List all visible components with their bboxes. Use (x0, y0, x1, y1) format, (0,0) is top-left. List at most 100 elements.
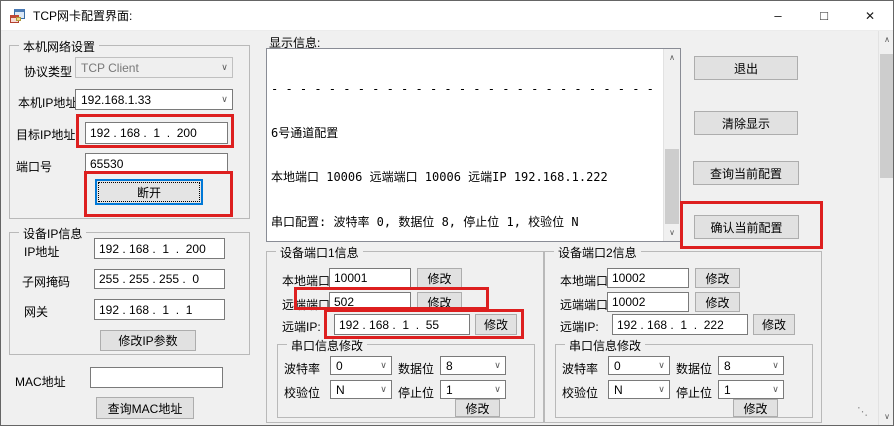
port1-local-port-input[interactable]: 10001 (329, 268, 411, 288)
port1-remote-ip-modify-button[interactable]: 修改 (475, 314, 517, 335)
data-bits-label: 数据位 (676, 362, 713, 376)
parity-label: 校验位 (284, 386, 321, 400)
port2-data-bits-select[interactable]: 8 ∨ (718, 356, 784, 375)
mac-address-label: MAC地址 (15, 375, 66, 389)
remote-port-label: 远端端口 (282, 298, 331, 312)
minimize-button[interactable]: – (755, 1, 801, 30)
disconnect-button-label: 断开 (136, 185, 161, 200)
stop-bits-label: 停止位 (676, 386, 713, 400)
local-network-group: 本机网络设置 协议类型 TCP Client ∨ 本机IP地址 192.168.… (9, 38, 250, 219)
data-bits-label: 数据位 (398, 362, 435, 376)
port1-local-port-modify-button[interactable]: 修改 (417, 268, 462, 288)
scrollbar-up-icon[interactable]: ∧ (879, 31, 893, 48)
device-ip-group-title: 设备IP信息 (19, 225, 87, 242)
port2-stop-bits-value: 1 (724, 382, 731, 397)
mac-address-input[interactable] (90, 367, 223, 388)
scrollbar-down-icon[interactable]: ∨ (664, 224, 680, 241)
port1-data-bits-select[interactable]: 8 ∨ (440, 356, 506, 375)
window-scrollbar[interactable]: ∧ ∨ (878, 31, 893, 425)
port2-data-bits-value: 8 (724, 358, 731, 373)
display-scrollbar[interactable]: ∧ ∨ (663, 49, 680, 241)
target-ip-label: 目标IP地址 (16, 128, 76, 142)
port1-data-bits-value: 8 (446, 358, 453, 373)
port2-serial-group: 串口信息修改 波特率 0 ∨ 数据位 8 ∨ 校验位 N ∨ 停止位 1 ∨ 修… (555, 337, 813, 418)
port2-baud-rate-select[interactable]: 0 ∨ (608, 356, 670, 375)
remote-ip-label: 远端IP: (560, 320, 599, 334)
scrollbar-down-icon[interactable]: ∨ (879, 408, 893, 425)
protocol-type-select[interactable]: TCP Client ∨ (75, 57, 233, 78)
target-ip-input[interactable]: 192 . 168 . 1 . 200 (85, 122, 228, 144)
local-ip-value: 192.168.1.33 (81, 92, 152, 107)
modify-button-label: 修改 (465, 401, 490, 416)
baud-rate-label: 波特率 (284, 362, 321, 376)
local-network-group-title: 本机网络设置 (19, 38, 100, 55)
port1-remote-port-modify-button[interactable]: 修改 (417, 292, 462, 312)
subnet-mask-label: 子网掩码 (22, 275, 71, 289)
port-number-input[interactable]: 65530 (85, 153, 228, 174)
query-config-label: 查询当前配置 (709, 166, 782, 181)
chevron-down-icon: ∨ (658, 360, 665, 370)
port2-local-port-value: 10002 (612, 271, 646, 285)
display-info-textarea[interactable]: - - - - - - - - - - - - - - - - - - - - … (266, 48, 681, 242)
stop-bits-label: 停止位 (398, 386, 435, 400)
maximize-icon: □ (820, 8, 828, 23)
close-button[interactable]: ✕ (847, 1, 893, 30)
modify-button-label: 修改 (427, 271, 452, 286)
port1-baud-rate-value: 0 (336, 358, 343, 373)
port1-remote-port-input[interactable]: 502 (329, 292, 411, 312)
device-port2-group-title: 设备端口2信息 (554, 244, 641, 261)
device-port1-group-title: 设备端口1信息 (276, 244, 363, 261)
port2-parity-select[interactable]: N ∨ (608, 380, 670, 399)
query-mac-button[interactable]: 查询MAC地址 (96, 397, 194, 419)
modify-ip-params-button[interactable]: 修改IP参数 (100, 330, 196, 351)
modify-button-label: 修改 (427, 295, 452, 310)
port2-remote-port-modify-button[interactable]: 修改 (695, 292, 740, 312)
modify-button-label: 修改 (705, 271, 730, 286)
device-port1-group: 设备端口1信息 本地端口 10001 修改 远端端口 502 修改 远端IP: … (266, 244, 544, 423)
query-config-button[interactable]: 查询当前配置 (693, 161, 799, 185)
window-scrollbar-thumb[interactable] (880, 54, 893, 178)
close-icon: ✕ (864, 8, 876, 23)
port2-serial-modify-button[interactable]: 修改 (733, 399, 778, 417)
disconnect-button[interactable]: 断开 (95, 179, 203, 205)
port2-local-port-input[interactable]: 10002 (607, 268, 689, 288)
port2-stop-bits-select[interactable]: 1 ∨ (718, 380, 784, 399)
remote-port-label: 远端端口 (560, 298, 609, 312)
port1-stop-bits-value: 1 (446, 382, 453, 397)
local-port-label: 本地端口 (282, 274, 331, 288)
display-scrollbar-thumb[interactable] (665, 149, 679, 225)
maximize-button[interactable]: □ (801, 1, 847, 30)
port2-remote-port-input[interactable]: 10002 (607, 292, 689, 312)
chevron-down-icon: ∨ (772, 384, 779, 394)
parity-label: 校验位 (562, 386, 599, 400)
port2-remote-ip-input[interactable]: 192 . 168 . 1 . 222 (612, 314, 748, 335)
clear-display-button[interactable]: 清除显示 (694, 111, 798, 135)
gateway-label: 网关 (24, 305, 49, 319)
protocol-type-label: 协议类型 (24, 65, 73, 79)
ip-address-input[interactable]: 192 . 168 . 1 . 200 (94, 238, 225, 259)
port1-parity-value: N (336, 382, 345, 397)
port1-serial-modify-button[interactable]: 修改 (455, 399, 500, 417)
query-mac-label: 查询MAC地址 (107, 401, 183, 416)
window-controls: – □ ✕ (755, 1, 893, 30)
gateway-input[interactable]: 192 . 168 . 1 . 1 (94, 299, 225, 320)
protocol-type-value: TCP Client (81, 60, 139, 75)
exit-button[interactable]: 退出 (694, 56, 798, 80)
port1-stop-bits-select[interactable]: 1 ∨ (440, 380, 506, 399)
local-ip-select[interactable]: 192.168.1.33 ∨ (75, 89, 233, 110)
subnet-mask-input[interactable]: 255 . 255 . 255 . 0 (94, 269, 225, 289)
confirm-config-button[interactable]: 确认当前配置 (694, 215, 799, 239)
port1-serial-group: 串口信息修改 波特率 0 ∨ 数据位 8 ∨ 校验位 N ∨ 停止位 1 ∨ 修… (277, 337, 535, 418)
scrollbar-up-icon[interactable]: ∧ (664, 49, 680, 66)
port2-remote-ip-modify-button[interactable]: 修改 (753, 314, 795, 335)
client-area: 本机网络设置 协议类型 TCP Client ∨ 本机IP地址 192.168.… (1, 31, 893, 425)
resize-grip-icon[interactable]: ⋱ (857, 405, 868, 418)
port1-baud-rate-select[interactable]: 0 ∨ (330, 356, 392, 375)
port1-parity-select[interactable]: N ∨ (330, 380, 392, 399)
modify-button-label: 修改 (483, 318, 508, 332)
port2-local-port-modify-button[interactable]: 修改 (695, 268, 740, 288)
ip-address-value: 192 . 168 . 1 . 200 (99, 241, 206, 256)
port1-remote-ip-input[interactable]: 192 . 168 . 1 . 55 (334, 314, 470, 335)
local-port-label: 本地端口 (560, 274, 609, 288)
chevron-down-icon: ∨ (658, 384, 665, 394)
